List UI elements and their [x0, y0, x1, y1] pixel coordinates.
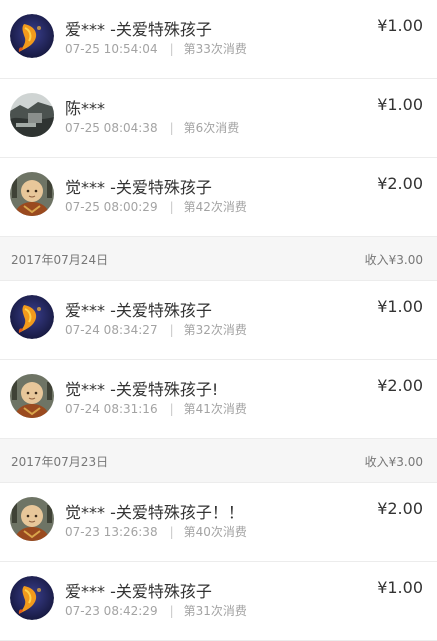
koi-fish-avatar[interactable] — [10, 14, 54, 58]
group-date: 2017年07月24日 — [11, 253, 109, 267]
meta-separator: | — [169, 604, 174, 618]
transaction-row[interactable]: 觉*** -关爱特殊孩子！！ 07-23 13:26:38 | 第40次消费 ¥2.00 — [0, 483, 437, 562]
transaction-meta: 07-25 10:54:04 | 第33次消费 — [65, 40, 247, 57]
payer-name: 觉*** -关爱特殊孩子! — [65, 380, 219, 399]
transaction-time: 07-24 08:34:27 — [65, 323, 158, 337]
transaction-amount: ¥1.00 — [377, 297, 423, 316]
transaction-amount: ¥1.00 — [377, 16, 423, 35]
transaction-feed: 爱*** -关爱特殊孩子 07-25 10:54:04 | 第33次消费 ¥1.00 陈*… — [0, 0, 437, 641]
transaction-row[interactable]: 爱*** -关爱特殊孩子 07-25 10:54:04 | 第33次消费 ¥1.00 — [0, 0, 437, 79]
transaction-meta: 07-25 08:04:38 | 第6次消费 — [65, 119, 239, 136]
payer-name: 爱*** -关爱特殊孩子 — [65, 582, 212, 601]
payer-name: 陈*** — [65, 99, 106, 118]
payer-name: 觉*** -关爱特殊孩子 — [65, 178, 212, 197]
transaction-time: 07-25 10:54:04 — [65, 42, 158, 56]
monk-avatar[interactable] — [10, 497, 54, 541]
transaction-amount: ¥2.00 — [377, 376, 423, 395]
purchase-count: 第31次消费 — [183, 604, 247, 618]
transaction-row[interactable]: 觉*** -关爱特殊孩子! 07-24 08:31:16 | 第41次消费 ¥2.00 — [0, 360, 437, 439]
transaction-meta: 07-23 13:26:38 | 第40次消费 — [65, 523, 247, 540]
group-income: 收入¥3.00 — [364, 455, 423, 469]
group-date: 2017年07月23日 — [11, 455, 109, 469]
group-income: 收入¥3.00 — [364, 253, 423, 267]
transaction-meta: 07-23 08:42:29 | 第31次消费 — [65, 602, 247, 619]
purchase-count: 第6次消费 — [183, 121, 240, 135]
landscape-photo-avatar[interactable] — [10, 93, 54, 137]
transaction-time: 07-23 08:42:29 — [65, 604, 158, 618]
monk-avatar[interactable] — [10, 374, 54, 418]
transaction-amount: ¥1.00 — [377, 95, 423, 114]
meta-separator: | — [169, 121, 174, 135]
payer-name: 觉*** -关爱特殊孩子！！ — [65, 503, 244, 522]
transaction-time: 07-24 08:31:16 — [65, 402, 158, 416]
transaction-time: 07-23 13:26:38 — [65, 525, 158, 539]
purchase-count: 第33次消费 — [183, 42, 247, 56]
purchase-count: 第41次消费 — [183, 402, 247, 416]
date-group-header: 2017年07月23日 收入¥3.00 — [0, 439, 437, 483]
transaction-amount: ¥1.00 — [377, 578, 423, 597]
meta-separator: | — [169, 323, 174, 337]
payer-name: 爱*** -关爱特殊孩子 — [65, 301, 212, 320]
transaction-row[interactable]: 爱*** -关爱特殊孩子 07-24 08:34:27 | 第32次消费 ¥1.00 — [0, 281, 437, 360]
transaction-amount: ¥2.00 — [377, 174, 423, 193]
date-group-header: 2017年07月24日 收入¥3.00 — [0, 237, 437, 281]
meta-separator: | — [169, 42, 174, 56]
payer-name: 爱*** -关爱特殊孩子 — [65, 20, 212, 39]
transaction-time: 07-25 08:00:29 — [65, 200, 158, 214]
purchase-count: 第42次消费 — [183, 200, 247, 214]
transaction-row[interactable]: 陈*** 07-25 08:04:38 | 第6次消费 ¥1.00 — [0, 79, 437, 158]
transaction-meta: 07-24 08:34:27 | 第32次消费 — [65, 321, 247, 338]
transaction-row[interactable]: 觉*** -关爱特殊孩子 07-25 08:00:29 | 第42次消费 ¥2.00 — [0, 158, 437, 237]
monk-avatar[interactable] — [10, 172, 54, 216]
meta-separator: | — [169, 200, 174, 214]
meta-separator: | — [169, 402, 174, 416]
transaction-amount: ¥2.00 — [377, 499, 423, 518]
transaction-time: 07-25 08:04:38 — [65, 121, 158, 135]
purchase-count: 第40次消费 — [183, 525, 247, 539]
transaction-meta: 07-24 08:31:16 | 第41次消费 — [65, 400, 247, 417]
koi-fish-avatar[interactable] — [10, 295, 54, 339]
purchase-count: 第32次消费 — [183, 323, 247, 337]
koi-fish-avatar[interactable] — [10, 576, 54, 620]
transaction-meta: 07-25 08:00:29 | 第42次消费 — [65, 198, 247, 215]
meta-separator: | — [169, 525, 174, 539]
transaction-row[interactable]: 爱*** -关爱特殊孩子 07-23 08:42:29 | 第31次消费 ¥1.00 — [0, 562, 437, 641]
